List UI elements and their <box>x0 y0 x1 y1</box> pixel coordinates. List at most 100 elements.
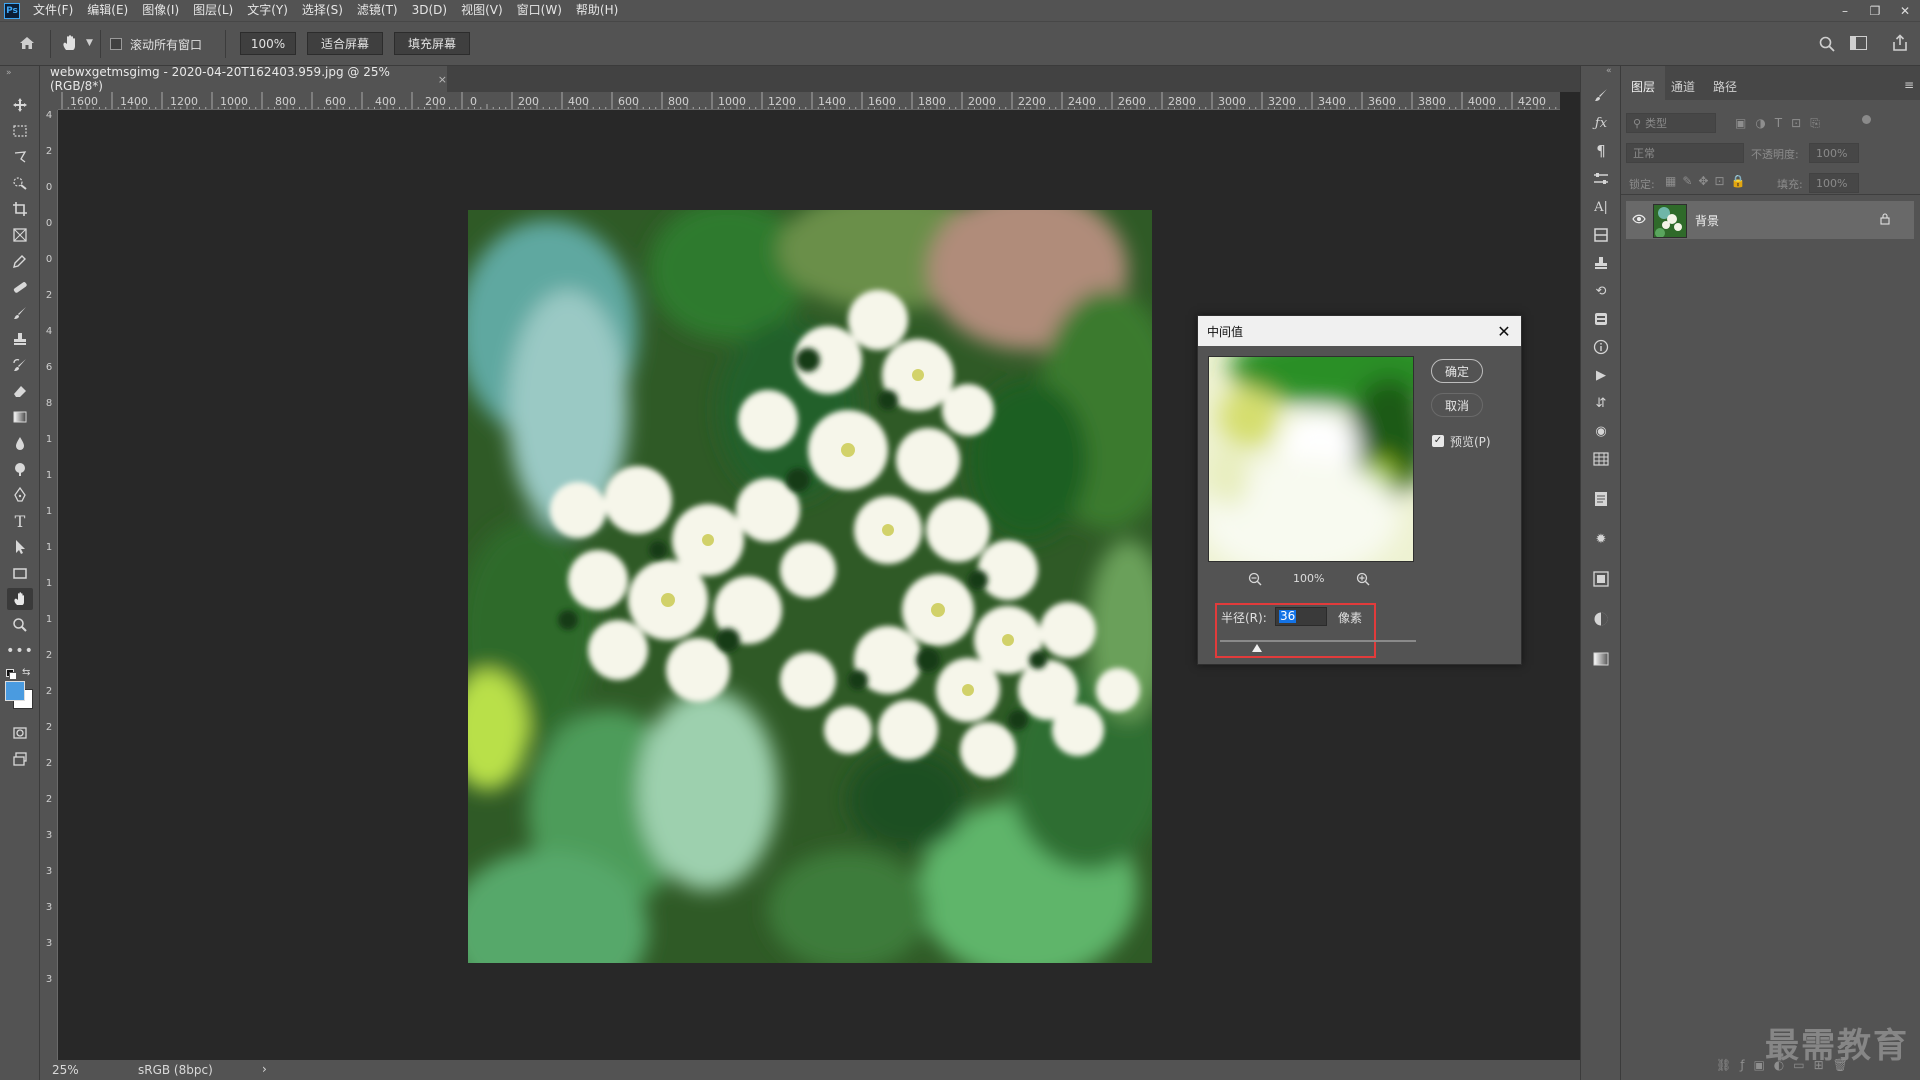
light-icon[interactable]: ✹ <box>1591 530 1611 548</box>
preview-checkbox[interactable]: ✓ <box>1432 435 1444 447</box>
horizontal-ruler[interactable]: 1600 1400 1200 1000 800 600 400 200 0 20… <box>58 92 1560 110</box>
layer-visibility-eye-icon[interactable] <box>1632 213 1646 228</box>
workspace-icon[interactable] <box>1850 36 1867 50</box>
eyedropper-tool-icon[interactable] <box>7 250 33 272</box>
screen-mode-icon[interactable] <box>7 748 33 770</box>
ruler-origin[interactable] <box>40 92 58 110</box>
lock-icons[interactable]: ▦✎✥⊡🔒 <box>1665 174 1751 188</box>
brush-settings-icon[interactable] <box>1591 86 1611 104</box>
dialog-close-icon[interactable]: ✕ <box>1495 322 1513 341</box>
zoom-in-icon[interactable] <box>1356 572 1370 589</box>
search-icon[interactable] <box>1818 35 1836 56</box>
rectangle-tool-icon[interactable] <box>7 562 33 584</box>
crop-tool-icon[interactable] <box>7 198 33 220</box>
history-brush-tool-icon[interactable] <box>7 354 33 376</box>
healing-brush-tool-icon[interactable] <box>7 276 33 298</box>
hand-tool-icon[interactable] <box>7 588 33 610</box>
menu-edit[interactable]: 编辑(E) <box>80 0 135 21</box>
close-document-icon[interactable]: × <box>438 73 447 86</box>
radius-slider-thumb[interactable] <box>1252 644 1263 652</box>
fill-screen-button[interactable]: 填充屏幕 <box>394 32 470 55</box>
type-tool-icon[interactable]: T <box>7 510 33 532</box>
radius-input[interactable]: 36 <box>1275 607 1327 626</box>
lasso-tool-icon[interactable] <box>7 146 33 168</box>
menu-layer[interactable]: 图层(L) <box>186 0 240 21</box>
vertical-ruler[interactable]: 4 2 0 0 0 2 4 6 8 1 1 1 1 1 1 2 2 2 2 2 … <box>40 110 58 1060</box>
frame-tool-icon[interactable] <box>7 224 33 246</box>
filter-toggle-icon[interactable] <box>1862 115 1871 124</box>
marquee-tool-icon[interactable] <box>7 120 33 142</box>
foreground-color-swatch[interactable] <box>5 681 25 701</box>
status-zoom[interactable]: 25% <box>52 1063 79 1077</box>
quick-mask-icon[interactable] <box>7 722 33 744</box>
layer-thumbnail[interactable] <box>1653 204 1687 238</box>
quick-selection-tool-icon[interactable] <box>7 172 33 194</box>
restore-button[interactable]: ❐ <box>1860 0 1890 21</box>
move-tool-icon[interactable] <box>7 94 33 116</box>
path-selection-tool-icon[interactable] <box>7 536 33 558</box>
paths-icon[interactable]: ⇵ <box>1591 394 1611 412</box>
layer-row-background[interactable]: 背景 <box>1626 201 1914 239</box>
table-grid-icon[interactable] <box>1591 450 1611 468</box>
libraries-icon[interactable] <box>1591 226 1611 244</box>
ok-button[interactable]: 确定 <box>1431 359 1483 383</box>
clone-stamp-tool-icon[interactable] <box>7 328 33 350</box>
gradient-tool-icon[interactable] <box>7 406 33 428</box>
minimize-button[interactable]: – <box>1830 0 1860 21</box>
blur-tool-icon[interactable] <box>7 432 33 454</box>
gradients-icon[interactable] <box>1591 650 1611 668</box>
eraser-tool-icon[interactable] <box>7 380 33 402</box>
edit-toolbar-more-icon[interactable]: ••• <box>6 640 33 662</box>
collapse-panel-icon[interactable]: « <box>1606 66 1612 76</box>
layer-filter-select[interactable]: ⚲ 类型 <box>1626 113 1716 133</box>
adjustments-icon[interactable] <box>1591 610 1611 628</box>
menu-window[interactable]: 窗口(W) <box>510 0 569 21</box>
tool-preset-chevron-down-icon[interactable]: ▼ <box>86 38 93 48</box>
history-icon[interactable]: ⟲ <box>1591 282 1611 300</box>
pen-tool-icon[interactable] <box>7 484 33 506</box>
opacity-input[interactable]: 100% <box>1809 143 1859 163</box>
3d-icon[interactable]: ◉ <box>1591 422 1611 440</box>
menu-select[interactable]: 选择(S) <box>295 0 350 21</box>
brush-tool-icon[interactable] <box>7 302 33 324</box>
collapse-panel-icon[interactable]: » <box>6 68 12 78</box>
share-icon[interactable] <box>1891 34 1909 55</box>
info-icon[interactable] <box>1591 338 1611 356</box>
home-icon[interactable] <box>18 34 38 54</box>
default-colors-icon[interactable] <box>6 669 17 680</box>
panel-menu-icon[interactable]: ≡ <box>1904 78 1914 92</box>
zoom-tool-icon[interactable] <box>7 614 33 636</box>
menu-type[interactable]: 文字(Y) <box>240 0 295 21</box>
swap-colors-icon[interactable]: ⇆ <box>22 667 30 678</box>
menu-view[interactable]: 视图(V) <box>454 0 510 21</box>
document-image[interactable] <box>468 210 1152 963</box>
clone-source-icon[interactable] <box>1591 254 1611 272</box>
menu-image[interactable]: 图像(I) <box>135 0 186 21</box>
timeline-icon[interactable] <box>1591 570 1611 588</box>
play-action-icon[interactable]: ▶ <box>1591 366 1611 384</box>
close-window-button[interactable]: ✕ <box>1890 0 1920 21</box>
status-menu-arrow[interactable]: › <box>262 1062 267 1076</box>
character-icon[interactable]: A| <box>1591 198 1611 216</box>
notes-icon[interactable] <box>1591 490 1611 508</box>
menu-help[interactable]: 帮助(H) <box>569 0 625 21</box>
filter-preview[interactable] <box>1208 356 1414 562</box>
tab-channels[interactable]: 通道 <box>1671 78 1695 95</box>
zoom-100-button[interactable]: 100% <box>240 32 296 55</box>
menu-file[interactable]: 文件(F) <box>26 0 80 21</box>
actions-icon[interactable] <box>1591 310 1611 328</box>
zoom-out-icon[interactable] <box>1248 572 1262 589</box>
paragraph-icon[interactable]: ¶ <box>1591 142 1611 160</box>
tab-layers[interactable]: 图层 <box>1631 78 1655 95</box>
hand-tool-icon[interactable] <box>60 33 82 55</box>
tab-paths[interactable]: 路径 <box>1713 78 1737 95</box>
dialog-title-bar[interactable]: 中间值 ✕ <box>1198 316 1521 346</box>
fit-screen-button[interactable]: 适合屏幕 <box>307 32 383 55</box>
adjustments-fx-icon[interactable]: ƒx <box>1591 114 1611 132</box>
radius-slider-track[interactable] <box>1220 640 1416 642</box>
properties-sliders-icon[interactable] <box>1591 170 1611 188</box>
scroll-all-windows-checkbox[interactable] <box>110 38 122 50</box>
document-tab[interactable]: webwxgetmsgimg - 2020-04-20T162403.959.j… <box>40 65 447 93</box>
fill-input[interactable]: 100% <box>1809 173 1859 193</box>
menu-3d[interactable]: 3D(D) <box>405 0 454 21</box>
